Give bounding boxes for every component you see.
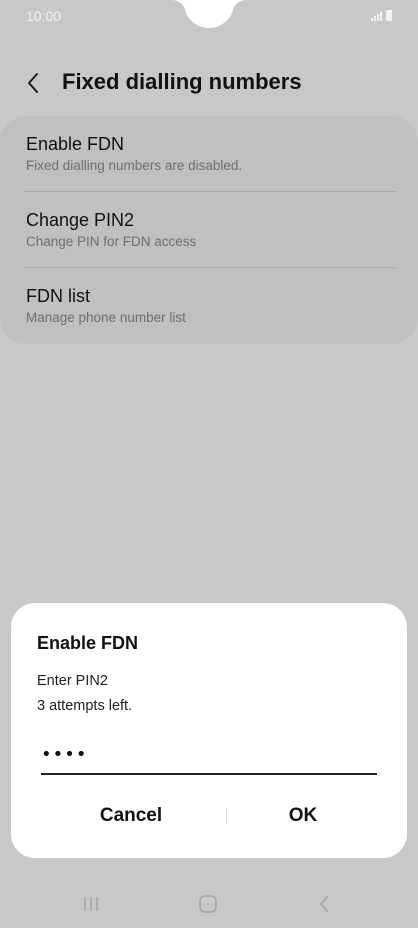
navigation-bar xyxy=(0,880,418,928)
setting-title: FDN list xyxy=(26,286,90,306)
setting-item-change-pin2[interactable]: Change PIN2 Change PIN for FDN access xyxy=(0,192,418,268)
recents-icon xyxy=(84,897,98,911)
setting-title: Enable FDN xyxy=(26,134,125,154)
setting-item-enable-fdn[interactable]: Enable FDN Fixed dialling numbers are di… xyxy=(0,116,418,192)
dialog-title: Enable FDN xyxy=(37,633,139,653)
recents-button[interactable] xyxy=(76,892,106,916)
dialog-message-enter-pin2: Enter PIN2 xyxy=(37,673,108,689)
pin2-input[interactable] xyxy=(41,739,377,775)
status-time: 10:00 xyxy=(26,8,62,24)
back-button[interactable] xyxy=(20,64,50,98)
cancel-button[interactable]: Cancel xyxy=(31,799,231,833)
setting-subtitle: Manage phone number list xyxy=(26,310,186,325)
phone-screen: 10:00 Fixed dialling numbers Enable FDN … xyxy=(0,0,418,928)
page-title: Fixed dialling numbers xyxy=(62,69,302,94)
enable-fdn-dialog: Enable FDN Enter PIN2 3 attempts left. C… xyxy=(11,603,407,858)
app-header: Fixed dialling numbers xyxy=(0,60,418,104)
ok-button[interactable]: OK xyxy=(207,799,399,833)
setting-item-fdn-list[interactable]: FDN list Manage phone number list xyxy=(0,268,418,344)
setting-subtitle: Fixed dialling numbers are disabled. xyxy=(26,158,243,173)
nav-back-button[interactable] xyxy=(309,892,339,916)
setting-title: Change PIN2 xyxy=(26,210,135,230)
status-icons xyxy=(371,10,392,21)
battery-icon xyxy=(386,10,392,21)
chevron-left-icon xyxy=(28,73,38,93)
home-icon xyxy=(199,895,217,913)
setting-subtitle: Change PIN for FDN access xyxy=(26,234,197,249)
home-button[interactable] xyxy=(193,892,223,916)
dialog-message-attempts: 3 attempts left. xyxy=(37,698,133,714)
notch-shoulder-right xyxy=(232,0,246,14)
back-icon xyxy=(320,896,328,912)
settings-card: Enable FDN Fixed dialling numbers are di… xyxy=(0,116,418,344)
signal-icon xyxy=(371,11,382,21)
